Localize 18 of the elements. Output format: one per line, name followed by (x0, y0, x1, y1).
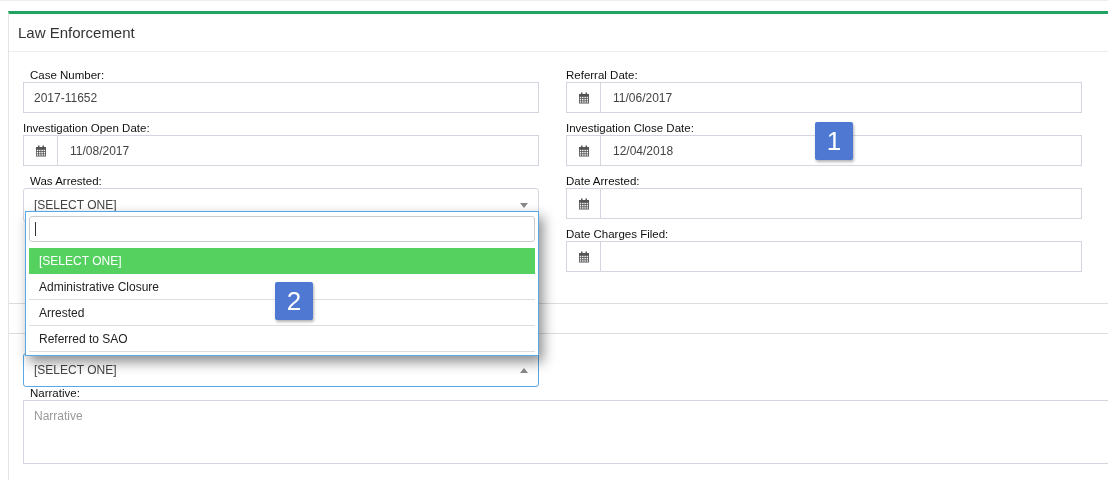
narrative-field[interactable]: Narrative (23, 400, 1108, 464)
field-label: Investigation Close Date: (566, 122, 695, 135)
caret-up-icon (520, 367, 528, 373)
number-badge: 1 (815, 122, 853, 160)
panel-title: Law Enforcement (18, 24, 135, 41)
date-field[interactable]: 11/08/2017 (23, 135, 539, 166)
dropdown-option[interactable]: Referred to SAO (29, 326, 535, 352)
caret-down-icon (520, 202, 528, 208)
field-label: Narrative: (29, 387, 81, 400)
text-field[interactable]: 2017-11652 (23, 82, 539, 113)
field-label: Date Arrested: (566, 175, 641, 188)
number-badge: 2 (275, 282, 313, 320)
date-field[interactable]: 11/06/2017 (566, 82, 1082, 113)
field-label: Case Number: (29, 69, 106, 82)
field-label: Investigation Open Date: (23, 122, 151, 135)
field-label: Was Arrested: (29, 175, 103, 188)
field-label: Referral Date: (566, 69, 639, 82)
field-label: Date Charges Filed: (566, 228, 670, 241)
